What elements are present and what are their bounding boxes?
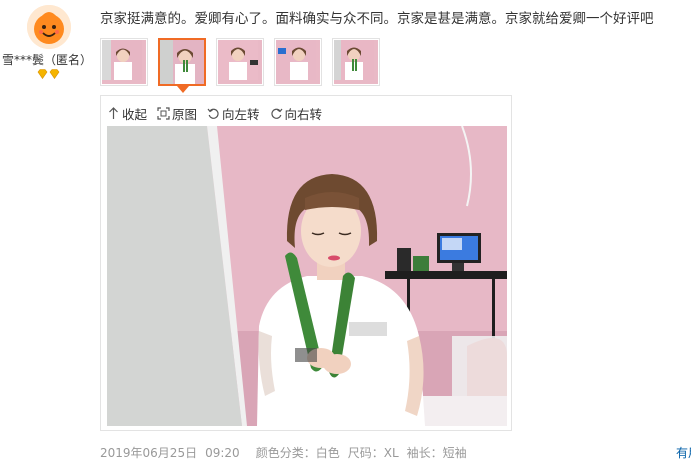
orange-mascot-icon bbox=[27, 5, 71, 49]
rotate-right-icon bbox=[270, 108, 283, 119]
review-date: 2019年06月25日 bbox=[100, 446, 198, 460]
rotate-left-button[interactable]: 向左转 bbox=[207, 104, 260, 123]
arrow-up-icon bbox=[109, 107, 118, 119]
review-photo-image bbox=[107, 126, 507, 426]
color-label: 颜色分类： bbox=[255, 446, 316, 460]
useful-link[interactable]: 有用 bbox=[676, 444, 691, 461]
rotate-right-button[interactable]: 向右转 bbox=[270, 104, 323, 123]
thumbnail-image bbox=[160, 40, 204, 84]
rotate-right-label: 向右转 bbox=[284, 107, 323, 122]
photo-thumbnail[interactable] bbox=[274, 38, 322, 86]
color-value: 白色 bbox=[315, 446, 340, 460]
review-time: 09:20 bbox=[205, 446, 240, 460]
rotate-left-icon bbox=[207, 108, 219, 119]
photo-thumbnail[interactable] bbox=[216, 38, 264, 86]
thumbnail-image bbox=[218, 40, 262, 84]
enlarged-review-photo[interactable] bbox=[107, 126, 507, 426]
thumbnail-image bbox=[102, 40, 146, 84]
sleeve-value: 短袖 bbox=[442, 446, 467, 460]
photo-viewer: 收起 原图 向左转 向右转 bbox=[100, 95, 512, 431]
collapse-button[interactable]: 收起 bbox=[107, 104, 147, 123]
review-meta: 2019年06月25日 09:20 颜色分类：白色 尺码：XL 袖长：短袖 bbox=[100, 444, 467, 461]
size-value: XL bbox=[383, 446, 399, 460]
gold-diamond-icon bbox=[49, 69, 60, 79]
photo-thumbnail[interactable] bbox=[100, 38, 148, 86]
review-content: 京家挺满意的。爱卿有心了。面料确实与众不同。京家是甚是满意。京家就给爱卿一个好评… bbox=[100, 11, 654, 27]
photo-thumbnail[interactable] bbox=[332, 38, 380, 86]
selected-indicator-arrow bbox=[177, 86, 189, 93]
gold-diamond-icon bbox=[37, 69, 48, 79]
photo-thumbnails bbox=[100, 38, 380, 93]
user-avatar[interactable] bbox=[27, 5, 71, 49]
sleeve-label: 袖长： bbox=[406, 446, 443, 460]
size-label: 尺码： bbox=[347, 446, 384, 460]
photo-thumbnail-selected[interactable] bbox=[158, 38, 206, 93]
collapse-label: 收起 bbox=[122, 107, 148, 122]
viewer-toolbar: 收起 原图 向左转 向右转 bbox=[107, 104, 322, 123]
reviewer-name: 雪***鬓（匿名） bbox=[2, 53, 93, 67]
member-level bbox=[37, 69, 60, 79]
original-image-button[interactable]: 原图 bbox=[157, 104, 197, 123]
original-image-label: 原图 bbox=[172, 107, 198, 122]
expand-icon bbox=[157, 107, 170, 120]
thumbnail-image bbox=[276, 40, 320, 84]
review-item: 雪***鬓（匿名） 京家挺满意的。爱卿有心了。面料确实与众不同。京家是甚是满意。… bbox=[0, 0, 691, 466]
thumbnail-image bbox=[334, 40, 378, 84]
rotate-left-label: 向左转 bbox=[222, 107, 260, 122]
